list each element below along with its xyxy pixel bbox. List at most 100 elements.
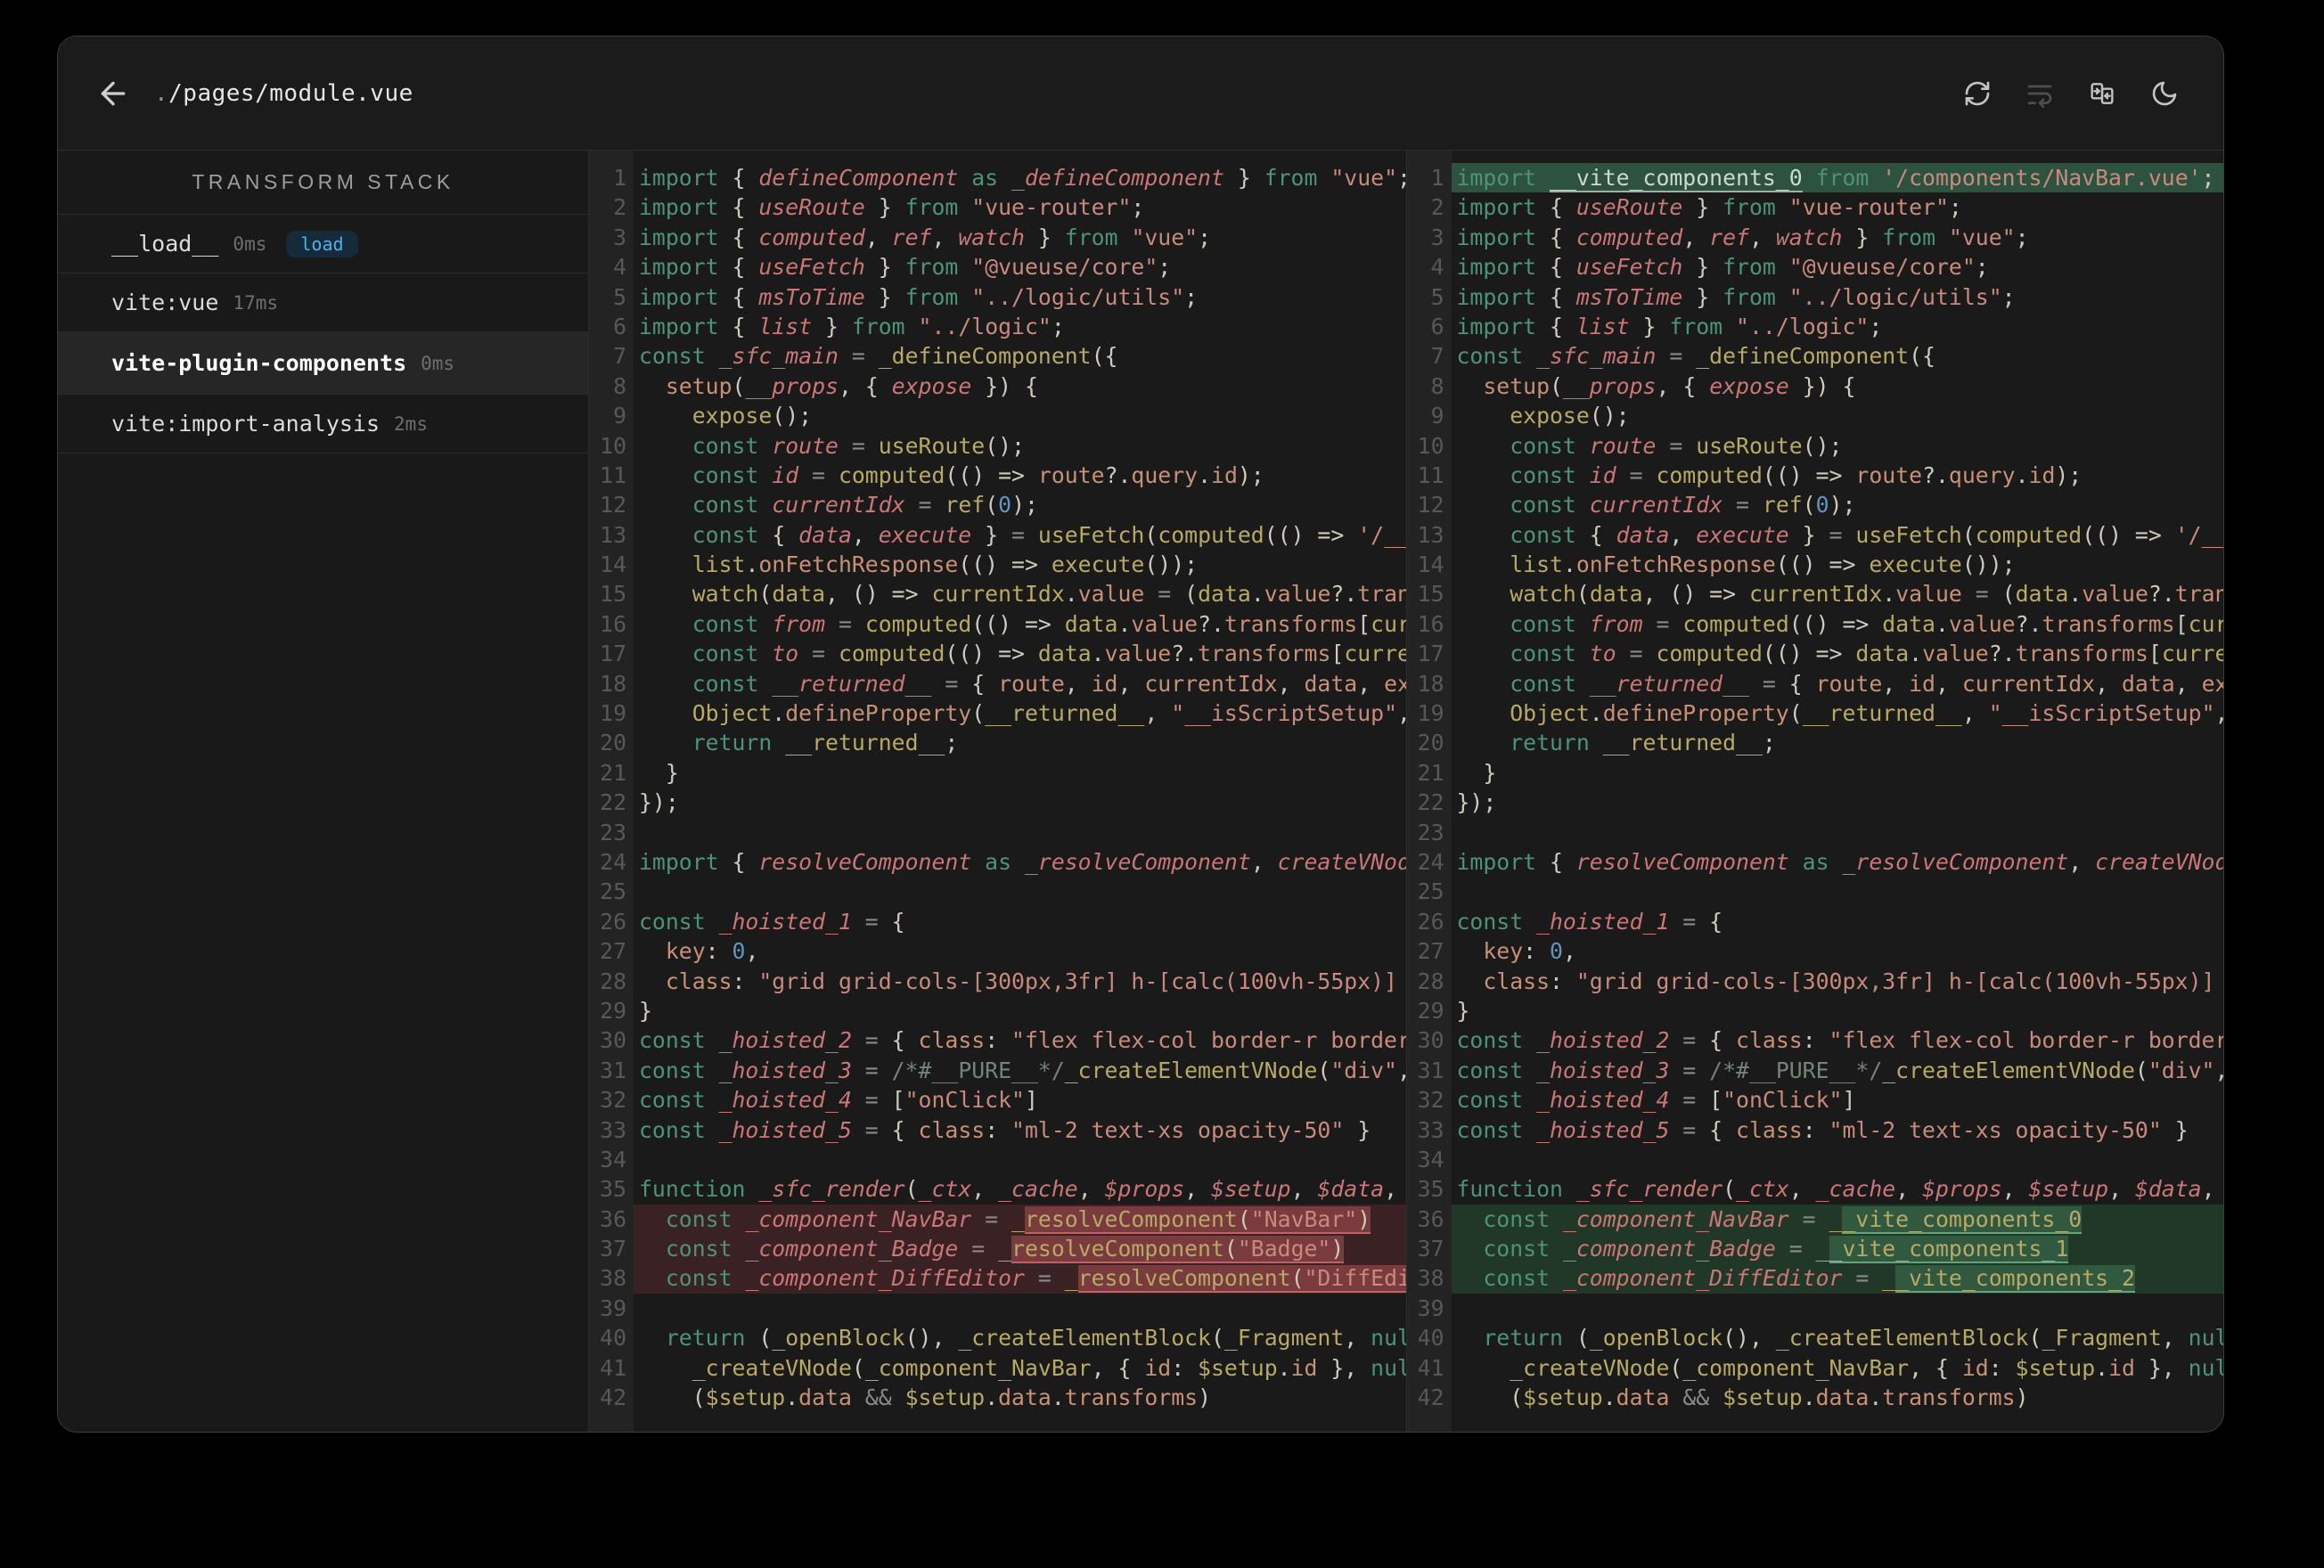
- header-actions: [1963, 79, 2179, 108]
- transform-stack-title: TRANSFORM STACK: [58, 151, 588, 215]
- line-number: 41: [1417, 1354, 1444, 1381]
- line-number: 25: [600, 878, 626, 905]
- code-line: const id = computed(() => route?.query.i…: [1510, 461, 2083, 488]
- page-title-path: /pages/module.vue: [168, 79, 413, 107]
- code-line: setup(__props, { expose }) {: [1483, 372, 1856, 399]
- code-line: const { data, execute } = useFetch(compu…: [691, 521, 1406, 548]
- plugin-name: __load__: [111, 231, 219, 257]
- line-number: 15: [1417, 581, 1444, 608]
- code-line: const _hoisted_3 = /*#__PURE__*/_createE…: [639, 1057, 1406, 1083]
- refresh-button[interactable]: [1963, 79, 1992, 108]
- code-line: const route = useRoute();: [1510, 432, 1843, 459]
- code-line: import { list } from "../logic";: [1456, 313, 1883, 339]
- code-line: import { resolveComponent as _resolveCom…: [1456, 848, 2224, 875]
- transform-stack-item[interactable]: vite:import-analysis 2ms: [58, 395, 588, 453]
- transform-stack-item[interactable]: vite-plugin-components 0ms: [58, 332, 588, 395]
- load-badge: load: [286, 230, 358, 257]
- plugin-name: vite:vue: [111, 290, 219, 315]
- line-number: 16: [1417, 610, 1444, 637]
- line-number: 11: [1417, 461, 1444, 488]
- back-button[interactable]: [95, 76, 131, 111]
- page-title-prefix: .: [154, 79, 169, 107]
- line-number: 33: [600, 1116, 626, 1143]
- code-line: import { useRoute } from "vue-router";: [639, 194, 1145, 221]
- diff-view-button[interactable]: [2088, 79, 2116, 108]
- line-number: 34: [1417, 1146, 1444, 1172]
- line-number: 10: [1417, 432, 1444, 459]
- line-number: 7: [613, 343, 626, 370]
- line-number: 28: [1417, 968, 1444, 994]
- line-number: 20: [600, 730, 626, 756]
- line-number: 18: [600, 670, 626, 697]
- line-number: 21: [1417, 759, 1444, 786]
- line-wrap-button[interactable]: [2025, 79, 2054, 108]
- code-line: function _sfc_render(_ctx, _cache, $prop…: [639, 1176, 1398, 1203]
- transform-stack-sidebar: TRANSFORM STACK __load__ 0ms load vite:vue 1…: [58, 151, 589, 1432]
- code-line: Object.defineProperty(__returned__, "__i…: [691, 700, 1406, 727]
- dark-mode-button[interactable]: [2150, 79, 2179, 108]
- refresh-icon: [1965, 81, 1990, 105]
- code-line: class: "grid grid-cols-[300px,3fr] h-[ca…: [665, 968, 1397, 994]
- plugin-time: 17ms: [233, 291, 278, 314]
- line-number: 22: [600, 789, 626, 816]
- code-line: import { useFetch } from "@vueuse/core";: [639, 254, 1172, 281]
- code-line: }: [1456, 997, 1470, 1024]
- app-window: ./pages/module.vue TRANSFORM STACK __loa…: [57, 36, 2224, 1433]
- transform-stack-item[interactable]: vite:vue 17ms: [58, 274, 588, 332]
- line-number: 37: [600, 1236, 626, 1262]
- line-wrap-icon: [2027, 85, 2052, 108]
- code-line: const _hoisted_4 = ["onClick"]: [1456, 1087, 1856, 1114]
- dark-mode-icon: [2152, 81, 2177, 105]
- line-number: 38: [1417, 1265, 1444, 1292]
- code-line: const to = computed(() => data.value?.tr…: [1510, 641, 2223, 667]
- line-number: 1: [613, 165, 626, 191]
- code-line: list.onFetchResponse(() => execute());: [1510, 551, 2016, 578]
- line-number: 9: [1430, 403, 1444, 429]
- line-number: 7: [1430, 343, 1444, 370]
- plugin-time: 0ms: [421, 352, 455, 374]
- code-line: const id = computed(() => route?.query.i…: [691, 461, 1264, 488]
- line-number: 22: [1417, 789, 1444, 816]
- line-number: 38: [600, 1265, 626, 1292]
- code-before: import { defineComponent as _defineCompo…: [634, 151, 1406, 1432]
- code-line: setup(__props, { expose }) {: [665, 372, 1038, 399]
- line-number: 3: [613, 224, 626, 250]
- plugin-name: vite:import-analysis: [111, 411, 381, 437]
- line-number: 41: [600, 1354, 626, 1381]
- page-title: ./pages/module.vue: [154, 80, 413, 107]
- line-number: 24: [600, 848, 626, 875]
- code-line: const _hoisted_5 = { class: "ml-2 text-x…: [1456, 1116, 2189, 1143]
- code-line: watch(data, () => currentIdx.value = (da…: [1510, 581, 2223, 608]
- arrow-left-icon: [101, 81, 126, 105]
- line-number: 17: [1417, 641, 1444, 667]
- code-line: }: [639, 997, 652, 1024]
- line-number: 33: [1417, 1116, 1444, 1143]
- line-number: 32: [1417, 1087, 1444, 1114]
- line-number: 27: [600, 938, 626, 965]
- code-line: import { msToTime } from "../logic/utils…: [1456, 283, 2016, 310]
- line-number: 10: [600, 432, 626, 459]
- main-body: TRANSFORM STACK __load__ 0ms load vite:vue 1…: [58, 151, 2223, 1432]
- code-line: const _component_NavBar = __vite_compone…: [1451, 1204, 2223, 1235]
- line-number: 40: [1417, 1325, 1444, 1352]
- diff-panel-after: 1 2 3 4 5 6 7 8 9 10 11 12 13 14 15 16 17 18 19 20 21 22 23 24 2…: [1405, 151, 2224, 1432]
- code-line: }: [1483, 759, 1497, 786]
- line-number: 39: [1417, 1294, 1444, 1321]
- line-number: 23: [1417, 819, 1444, 845]
- transform-stack-item[interactable]: __load__ 0ms load: [58, 215, 588, 274]
- line-number: 8: [613, 372, 626, 399]
- line-number: 4: [613, 254, 626, 281]
- line-number: 26: [1417, 908, 1444, 935]
- code-line: expose();: [691, 403, 813, 429]
- code-line: const _sfc_main = _defineComponent({: [1456, 343, 1935, 370]
- code-line: const route = useRoute();: [691, 432, 1025, 459]
- code-line: }: [665, 759, 679, 786]
- code-line: return (_openBlock(), _createElementBloc…: [1483, 1325, 2223, 1352]
- code-line: const _hoisted_1 = {: [639, 908, 905, 935]
- line-number: 29: [1417, 997, 1444, 1024]
- plugin-time: 2ms: [394, 412, 428, 435]
- line-number: 30: [600, 1027, 626, 1054]
